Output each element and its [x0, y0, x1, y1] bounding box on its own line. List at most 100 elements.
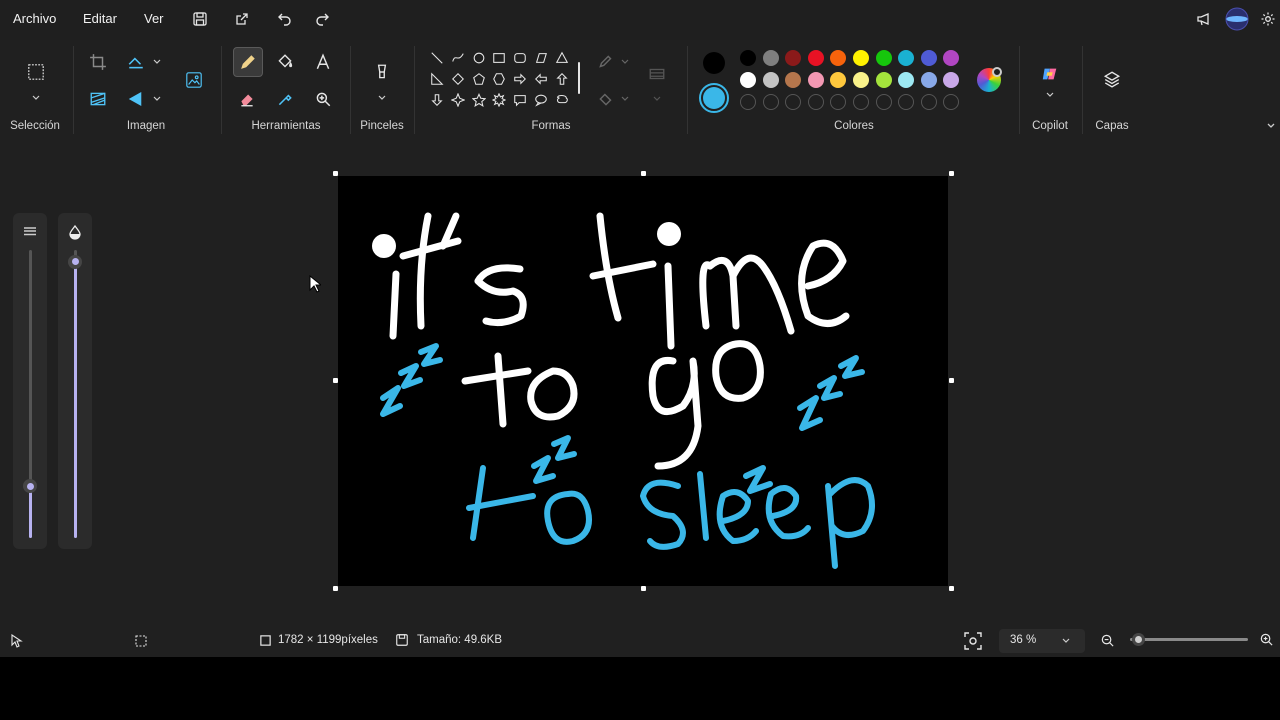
shape-option[interactable] — [469, 69, 489, 89]
custom-color-slot[interactable] — [898, 94, 915, 110]
color-swatch[interactable] — [853, 50, 869, 66]
color-swatch[interactable] — [830, 72, 847, 88]
color-swatch[interactable] — [740, 50, 756, 66]
settings-icon[interactable] — [1256, 7, 1280, 31]
shape-option[interactable] — [427, 48, 447, 68]
size-slider-thumb[interactable] — [23, 479, 37, 494]
copilot-icon[interactable] — [1036, 60, 1064, 88]
account-avatar[interactable] — [1225, 7, 1249, 31]
shape-option[interactable] — [489, 69, 509, 89]
zoom-dropdown[interactable]: 36 % — [999, 629, 1085, 653]
custom-color-slot[interactable] — [830, 94, 847, 110]
shape-style-icon[interactable] — [643, 60, 671, 88]
color-swatch[interactable] — [898, 72, 915, 88]
shape-option[interactable] — [448, 69, 468, 89]
color-swatch[interactable] — [943, 72, 960, 88]
resize-icon[interactable] — [122, 48, 150, 76]
menu-edit[interactable]: Editar — [83, 11, 117, 26]
color-swatch[interactable] — [920, 72, 937, 88]
ribbon-collapse-icon[interactable] — [1266, 121, 1276, 131]
shape-option[interactable] — [489, 48, 509, 68]
color-wheel-icon[interactable] — [977, 67, 1002, 92]
shape-option[interactable] — [427, 90, 447, 110]
color-swatch[interactable] — [762, 50, 779, 66]
color-swatch[interactable] — [785, 50, 802, 66]
custom-color-slot[interactable] — [807, 94, 824, 110]
eraser-icon[interactable] — [233, 85, 261, 113]
shape-option[interactable] — [531, 90, 551, 110]
chevron-down-icon[interactable] — [152, 94, 162, 104]
color-swatch[interactable] — [807, 72, 824, 88]
secondary-color[interactable] — [699, 83, 729, 113]
remove-background-icon[interactable] — [180, 66, 208, 94]
pencil-tool[interactable] — [233, 47, 263, 77]
color-picker-icon[interactable] — [271, 85, 299, 113]
resize-handle[interactable] — [333, 378, 338, 383]
image-effects-icon[interactable] — [84, 85, 112, 113]
brush-icon[interactable] — [368, 58, 396, 86]
color-swatch[interactable] — [920, 50, 937, 66]
custom-color-slot[interactable] — [853, 94, 869, 110]
shape-option[interactable] — [510, 69, 530, 89]
shape-option[interactable] — [531, 48, 551, 68]
shape-option[interactable] — [448, 48, 468, 68]
magnifier-icon[interactable] — [309, 85, 337, 113]
shape-option[interactable] — [552, 69, 572, 89]
color-swatch[interactable] — [762, 72, 779, 88]
color-swatch[interactable] — [898, 50, 915, 66]
resize-handle[interactable] — [949, 171, 954, 176]
layers-icon[interactable] — [1098, 65, 1126, 93]
shape-option[interactable] — [510, 90, 530, 110]
resize-handle[interactable] — [949, 586, 954, 591]
shapes-scrollbar[interactable] — [578, 62, 580, 94]
drawing-canvas[interactable] — [338, 176, 948, 586]
resize-handle[interactable] — [333, 171, 338, 176]
color-swatch[interactable] — [943, 50, 960, 66]
chevron-down-icon[interactable] — [377, 93, 387, 103]
chevron-down-icon[interactable] — [620, 57, 630, 67]
shape-option[interactable] — [510, 48, 530, 68]
primary-color[interactable] — [703, 52, 725, 74]
zoom-slider-track[interactable] — [1130, 638, 1248, 641]
shape-option[interactable] — [469, 48, 489, 68]
shape-option[interactable] — [448, 90, 468, 110]
custom-color-slot[interactable] — [943, 94, 960, 110]
redo-icon[interactable] — [312, 9, 332, 29]
zoom-out-icon[interactable] — [1100, 633, 1115, 648]
flip-icon[interactable] — [122, 85, 150, 113]
crop-icon[interactable] — [84, 48, 112, 76]
chevron-down-icon[interactable] — [652, 94, 662, 104]
text-tool-icon[interactable] — [309, 48, 337, 76]
color-swatch[interactable] — [830, 50, 847, 66]
shape-option[interactable] — [552, 90, 572, 110]
resize-handle[interactable] — [333, 586, 338, 591]
color-swatch[interactable] — [875, 72, 892, 88]
color-swatch[interactable] — [807, 50, 824, 66]
shape-option[interactable] — [489, 90, 509, 110]
custom-color-slot[interactable] — [762, 94, 779, 110]
fit-to-window-icon[interactable] — [963, 631, 983, 651]
menu-view[interactable]: Ver — [144, 11, 164, 26]
chevron-down-icon[interactable] — [620, 94, 630, 104]
color-swatch[interactable] — [875, 50, 892, 66]
color-swatch[interactable] — [785, 72, 802, 88]
resize-handle[interactable] — [949, 378, 954, 383]
fill-bucket-icon[interactable] — [271, 48, 299, 76]
shape-option[interactable] — [552, 48, 572, 68]
chevron-down-icon[interactable] — [31, 93, 41, 103]
shape-option[interactable] — [469, 90, 489, 110]
menu-file[interactable]: Archivo — [13, 11, 56, 26]
shape-option[interactable] — [427, 69, 447, 89]
custom-color-slot[interactable] — [875, 94, 892, 110]
opacity-slider-thumb[interactable] — [68, 254, 82, 269]
chevron-down-icon[interactable] — [1045, 90, 1055, 100]
fill-icon[interactable] — [592, 85, 620, 113]
zoom-in-icon[interactable] — [1259, 632, 1274, 647]
custom-color-slot[interactable] — [785, 94, 802, 110]
save-icon[interactable] — [190, 9, 210, 29]
shape-option[interactable] — [531, 69, 551, 89]
custom-color-slot[interactable] — [920, 94, 937, 110]
chevron-down-icon[interactable] — [152, 57, 162, 67]
zoom-slider-thumb[interactable] — [1131, 633, 1145, 646]
share-icon[interactable] — [232, 9, 252, 29]
